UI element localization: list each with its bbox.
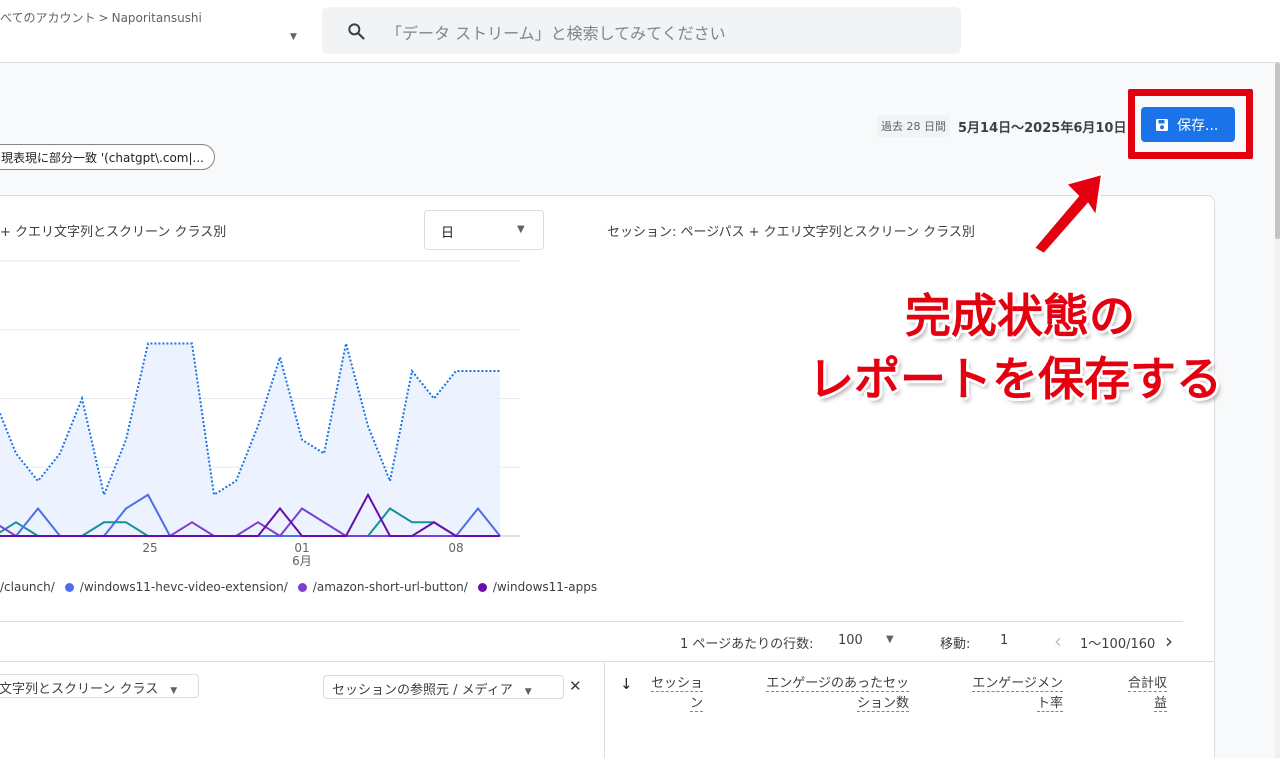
filter-chip[interactable]: 現表現に部分一致 '(chatgpt\.com|... — [0, 144, 215, 170]
legend-dot-icon — [64, 582, 74, 592]
column-sessions[interactable]: セッション — [645, 674, 703, 714]
column-total-revenue[interactable]: 合計収益 — [1110, 674, 1167, 714]
date-range-text[interactable]: 5月14日〜2025年6月10日 — [958, 117, 1126, 136]
breadcrumb-account[interactable]: Naporitansushi — [112, 11, 202, 25]
legend-dot-icon — [477, 582, 487, 592]
filter-chip-label: 現表現に部分一致 '(chatgpt\.com|... — [1, 151, 204, 165]
annotation-arrow — [1032, 172, 1104, 255]
chart-title-left: + クエリ文字列とスクリーン クラス別 — [0, 225, 227, 240]
legend-item[interactable]: /windows11-hevc-video-extension/ — [64, 580, 288, 594]
legend-label: /windows11-hevc-video-extension/ — [79, 580, 288, 594]
secondary-dimension-select[interactable]: セッションの参照元 / メディア ▼ — [323, 675, 564, 699]
granularity-value: 日 — [441, 226, 455, 241]
chart-legend: /claunch/ /windows11-hevc-video-extension… — [0, 580, 607, 594]
rows-per-page-label: 1 ページあたりの行数: — [680, 637, 814, 652]
legend-label: /windows11-apps — [492, 580, 598, 594]
legend-dot-icon — [297, 582, 307, 592]
series-area — [0, 343, 500, 536]
goto-label: 移動: — [940, 637, 971, 652]
scrollbar-thumb[interactable] — [1275, 63, 1280, 239]
line-chart: 25 016月 08 — [0, 260, 520, 568]
rows-per-page-select[interactable]: 100 — [838, 633, 863, 648]
search-input[interactable]: 「データ ストリーム」と検索してみてください — [386, 20, 726, 44]
search-icon — [348, 23, 365, 40]
breadcrumb[interactable]: べてのアカウント > Naporitansushi — [0, 9, 202, 26]
period-chip[interactable]: 過去 28 日間 — [877, 115, 950, 137]
chevron-down-icon: ▼ — [524, 687, 532, 697]
search-bar[interactable]: 「データ ストリーム」と検索してみてください — [322, 7, 961, 54]
chevron-down-icon: ▼ — [517, 224, 525, 235]
divider — [0, 661, 1215, 662]
annotation-line-1: 完成状態の — [905, 289, 1135, 343]
date-range-selector[interactable]: 過去 28 日間 5月14日〜2025年6月10日 — [877, 115, 1126, 137]
legend-item[interactable]: /amazon-short-url-button/ — [297, 580, 468, 594]
top-bar: べてのアカウント > Naporitansushi ▼ 「データ ストリーム」と検索… — [0, 0, 1280, 63]
annotation-highlight-box — [1128, 89, 1253, 159]
account-dropdown-icon[interactable]: ▼ — [290, 32, 297, 42]
page-range: 1〜100/160 — [1080, 637, 1156, 652]
primary-dimension-label: 文字列とスクリーン クラス — [0, 682, 159, 697]
chevron-right-icon: > — [98, 11, 109, 25]
goto-input[interactable]: 1 — [1000, 633, 1008, 648]
x-tick-label: 01 — [294, 541, 309, 555]
secondary-dimension-label: セッションの参照元 / メディア — [332, 683, 513, 698]
annotation-line-2: レポートを保存する — [808, 352, 1222, 406]
x-tick-label: 08 — [448, 541, 463, 555]
sort-descending-icon[interactable]: ↓ — [620, 675, 633, 693]
legend-label: /amazon-short-url-button/ — [312, 580, 468, 594]
scrollbar[interactable] — [1275, 63, 1280, 758]
breadcrumb-all-accounts[interactable]: べてのアカウント — [0, 11, 96, 25]
remove-dimension-icon[interactable]: ✕ — [569, 677, 582, 695]
granularity-select[interactable]: 日 ▼ — [424, 210, 544, 250]
legend-item[interactable]: /windows11-apps — [477, 580, 598, 594]
divider — [0, 621, 1183, 622]
x-tick-label: 25 — [142, 541, 157, 555]
legend-label: /claunch/ — [0, 580, 55, 594]
next-page-icon[interactable]: › — [1165, 629, 1173, 653]
column-divider — [604, 661, 605, 758]
legend-item[interactable]: /claunch/ — [0, 580, 55, 594]
rows-dropdown-icon[interactable]: ▼ — [886, 634, 894, 645]
chevron-down-icon: ▼ — [170, 686, 178, 696]
x-tick-sublabel: 6月 — [292, 554, 312, 568]
chart-title-right: セッション: ページパス + クエリ文字列とスクリーン クラス別 — [607, 225, 975, 240]
column-engaged-sessions[interactable]: エンゲージのあったセッ ション数 — [752, 674, 909, 714]
column-engagement-rate[interactable]: エンゲージメン ト率 — [960, 674, 1063, 714]
primary-dimension-select[interactable]: 文字列とスクリーン クラス ▼ — [0, 674, 199, 698]
prev-page-icon[interactable]: ‹ — [1054, 629, 1062, 653]
